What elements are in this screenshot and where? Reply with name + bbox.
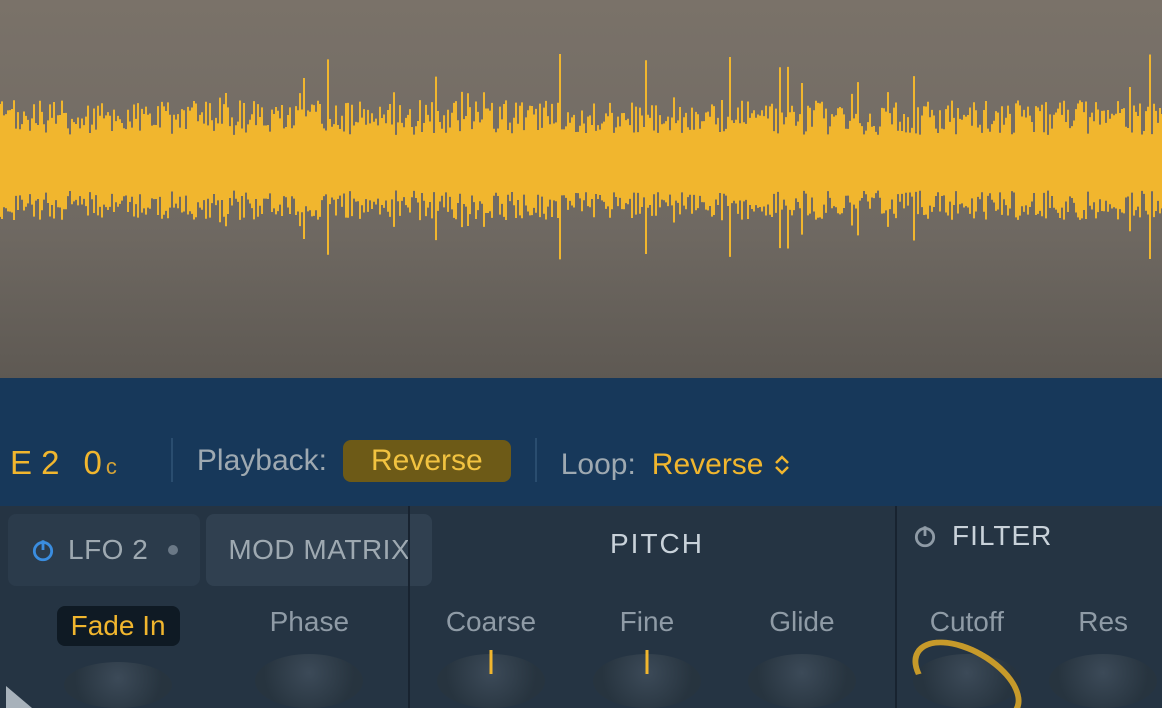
tab-lfo2-label: LFO 2 bbox=[68, 534, 148, 566]
sample-bar: E 2 0c Playback: Reverse Loop: Reverse bbox=[0, 378, 1162, 506]
resonance-knob[interactable] bbox=[1049, 654, 1157, 708]
playback-label: Playback: bbox=[197, 444, 327, 478]
tab-mod-matrix-label: MOD MATRIX bbox=[228, 534, 410, 566]
power-icon[interactable] bbox=[912, 523, 938, 549]
loop-mode-value: Reverse bbox=[652, 448, 764, 482]
glide-knob[interactable] bbox=[748, 654, 856, 708]
resize-handle-icon[interactable] bbox=[6, 686, 32, 708]
coarse-knob[interactable] bbox=[437, 654, 545, 708]
fade-in-knob[interactable] bbox=[64, 662, 172, 708]
tab-lfo2[interactable]: LFO 2 bbox=[8, 514, 200, 586]
phase-knob-label: Phase bbox=[270, 606, 349, 638]
activity-dot-icon bbox=[168, 545, 178, 555]
module-strip: LFO 2 MOD MATRIX PITCH FILTER Fade In Ph… bbox=[0, 506, 1162, 708]
cutoff-knob-label: Cutoff bbox=[930, 606, 1004, 638]
phase-knob[interactable] bbox=[255, 654, 363, 708]
resonance-knob-label: Res bbox=[1078, 606, 1128, 638]
power-icon[interactable] bbox=[30, 537, 56, 563]
fade-in-knob-label[interactable]: Fade In bbox=[57, 606, 180, 646]
fine-knob-label: Fine bbox=[620, 606, 674, 638]
loop-mode-dropdown[interactable]: Reverse bbox=[652, 448, 790, 482]
cutoff-knob[interactable] bbox=[913, 654, 1021, 708]
coarse-knob-label: Coarse bbox=[446, 606, 536, 638]
loop-label: Loop: bbox=[561, 448, 636, 482]
separator bbox=[171, 438, 173, 482]
glide-knob-label: Glide bbox=[769, 606, 834, 638]
tune-cents-value[interactable]: 0 bbox=[84, 444, 102, 481]
separator bbox=[535, 438, 537, 482]
root-note-readout[interactable]: E 2 bbox=[10, 444, 60, 482]
tab-mod-matrix[interactable]: MOD MATRIX bbox=[206, 514, 432, 586]
playback-reverse-button[interactable]: Reverse bbox=[343, 440, 511, 482]
cents-unit: c bbox=[106, 454, 117, 479]
waveform-display[interactable] bbox=[0, 0, 1162, 378]
fine-knob[interactable] bbox=[593, 654, 701, 708]
filter-section-title: FILTER bbox=[952, 520, 1052, 552]
chevron-updown-icon bbox=[774, 455, 790, 475]
pitch-section-title: PITCH bbox=[610, 528, 704, 560]
